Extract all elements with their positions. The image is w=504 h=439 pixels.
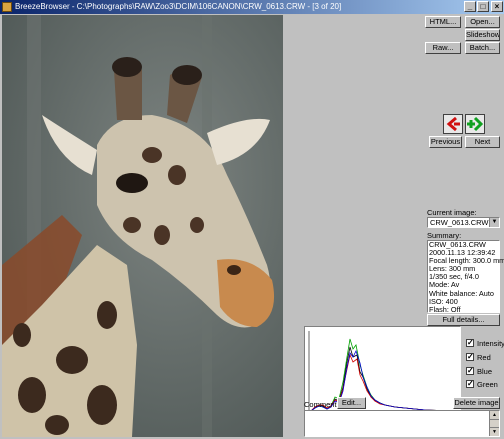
next-arrow-icon[interactable] bbox=[465, 114, 485, 134]
html-button[interactable]: HTML... bbox=[425, 16, 461, 28]
open-button[interactable]: Open... bbox=[465, 16, 500, 28]
current-image-label: Current image: bbox=[427, 208, 477, 217]
intensity-label: Intensity bbox=[477, 339, 504, 348]
intensity-checkbox[interactable]: ✓ bbox=[466, 339, 474, 347]
batch-button[interactable]: Batch... bbox=[465, 42, 500, 54]
chevron-down-icon[interactable]: ▼ bbox=[489, 218, 499, 227]
app-icon bbox=[2, 2, 12, 12]
summary-line: Flash: Off bbox=[429, 304, 461, 314]
red-label: Red bbox=[477, 353, 491, 362]
blue-checkbox[interactable]: ✓ bbox=[466, 367, 474, 375]
maximize-icon[interactable]: □ bbox=[477, 1, 489, 12]
scroll-down-icon[interactable]: ▼ bbox=[490, 427, 499, 436]
summary-box: CRW_0613.CRW 2000.11.13 12:39:42 Focal l… bbox=[427, 240, 504, 314]
edit-comments-button[interactable]: Edit... bbox=[337, 397, 366, 409]
delete-image-button[interactable]: Delete image bbox=[453, 397, 500, 409]
green-checkbox[interactable]: ✓ bbox=[466, 380, 474, 388]
title-bar[interactable]: BreezeBrowser - C:\Photographs\RAW\Zoo3\… bbox=[0, 0, 504, 14]
previous-button[interactable]: Previous bbox=[429, 136, 462, 148]
photo-preview[interactable] bbox=[2, 15, 283, 437]
full-details-button[interactable]: Full details... bbox=[427, 314, 500, 326]
current-image-select[interactable]: CRW_0613.CRW ▼ bbox=[427, 217, 500, 228]
scroll-up-icon[interactable]: ▲ bbox=[490, 411, 499, 420]
minimize-icon[interactable]: _ bbox=[464, 1, 476, 12]
window-title: BreezeBrowser - C:\Photographs\RAW\Zoo3\… bbox=[15, 2, 342, 11]
red-checkbox[interactable]: ✓ bbox=[466, 353, 474, 361]
close-icon[interactable]: × bbox=[491, 1, 503, 12]
blue-label: Blue bbox=[477, 367, 493, 376]
next-button[interactable]: Next bbox=[465, 136, 500, 148]
comments-textarea[interactable]: ▲ ▼ bbox=[304, 410, 500, 437]
giraffe-image bbox=[2, 15, 283, 437]
raw-button[interactable]: Raw... bbox=[425, 42, 461, 54]
green-label: Green bbox=[477, 380, 498, 389]
summary-label: Summary: bbox=[427, 231, 462, 240]
slideshow-button[interactable]: Slideshow... bbox=[465, 29, 500, 41]
comments-scrollbar[interactable]: ▲ ▼ bbox=[489, 411, 499, 436]
previous-arrow-icon[interactable] bbox=[443, 114, 463, 134]
current-image-value: CRW_0613.CRW bbox=[430, 218, 489, 227]
